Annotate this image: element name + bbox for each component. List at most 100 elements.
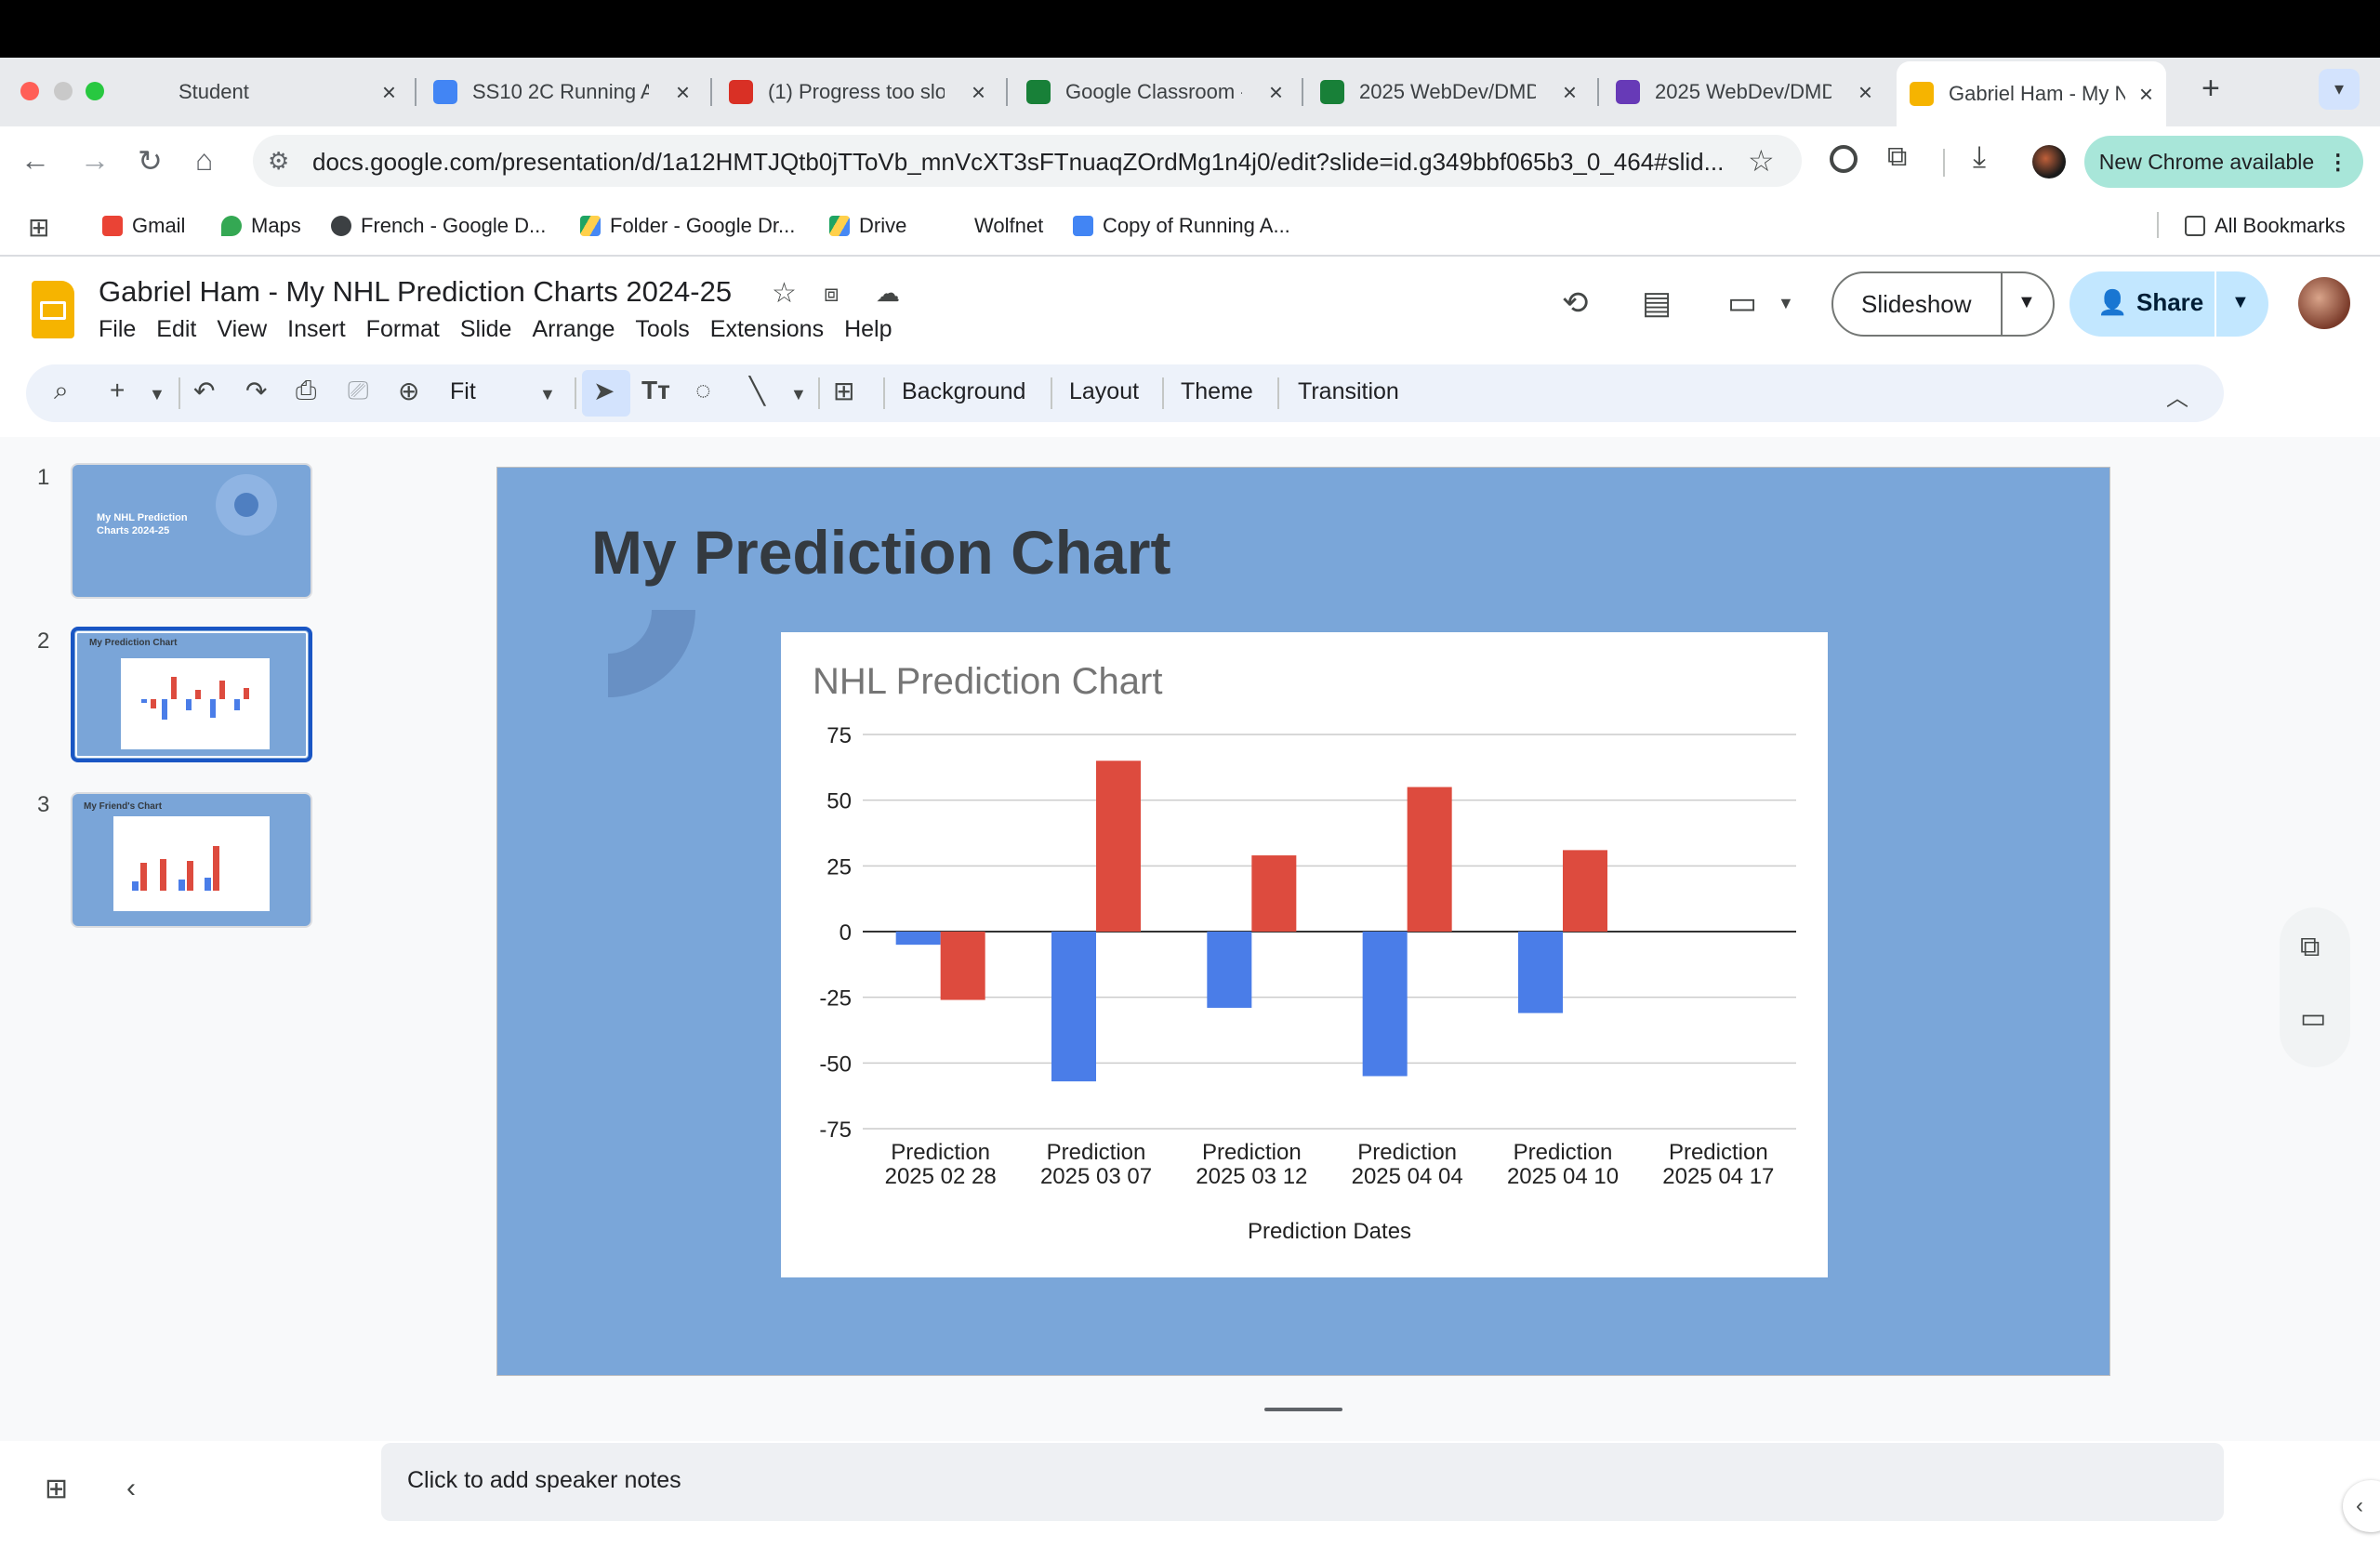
add-comment-icon[interactable]: ⊞: [833, 376, 854, 406]
line-tool-icon[interactable]: ╲: [749, 376, 765, 406]
browser-tab-3[interactable]: (1) Progress too slo ×: [729, 65, 998, 119]
account-avatar[interactable]: [2298, 277, 2350, 329]
tab-close-icon[interactable]: ×: [2139, 80, 2153, 109]
nhl-prediction-chart[interactable]: NHL Prediction Chart 75 50 25 0 -25 -50 -75 Pred…: [781, 632, 1828, 1277]
downloads-icon[interactable]: ⤓: [1973, 139, 1986, 175]
home-icon[interactable]: ⌂: [195, 143, 213, 178]
theme-button[interactable]: Theme: [1181, 378, 1253, 405]
all-bookmarks[interactable]: All Bookmarks: [2185, 214, 2346, 238]
share-button[interactable]: 👤 Share ▼: [2069, 271, 2268, 337]
tab-close-icon[interactable]: ×: [1269, 78, 1283, 107]
menu-arrange[interactable]: Arrange: [532, 316, 615, 343]
paint-format-icon[interactable]: ⎚: [348, 376, 368, 406]
bookmark-maps[interactable]: Maps: [221, 214, 301, 238]
slide-thumbnail-1[interactable]: My NHL Prediction Charts 2024-25: [71, 463, 312, 599]
zoom-window-icon[interactable]: [86, 82, 104, 100]
menu-tools[interactable]: Tools: [635, 316, 689, 343]
apps-grid-icon[interactable]: ⊞: [28, 212, 49, 243]
select-cursor-icon[interactable]: ➤: [593, 376, 615, 406]
tab-close-icon[interactable]: ×: [1858, 78, 1872, 107]
folder-icon: [2185, 216, 2205, 236]
redo-icon[interactable]: ↷: [245, 376, 267, 406]
slideshow-dropdown-icon[interactable]: ▼: [2017, 292, 2036, 313]
comments-icon[interactable]: ▤: [1642, 284, 1672, 322]
slide-thumbnail-3[interactable]: My Friend's Chart: [71, 792, 312, 928]
bookmark-folder[interactable]: Folder - Google Dr...: [580, 214, 795, 238]
search-menus-icon[interactable]: ⌕: [54, 376, 69, 406]
menu-slide[interactable]: Slide: [460, 316, 512, 343]
minimize-window-icon[interactable]: [54, 82, 73, 100]
notes-resize-handle[interactable]: [1264, 1408, 1342, 1411]
undo-icon[interactable]: ↶: [193, 376, 215, 406]
tab-search-icon[interactable]: ▾: [2319, 69, 2360, 110]
collapse-toolbar-icon[interactable]: ︿: [2166, 379, 2188, 412]
slide-thumbnail-2-selected[interactable]: My Prediction Chart: [71, 627, 312, 762]
bookmark-french[interactable]: French - Google D...: [331, 214, 546, 238]
extensions-puzzle-icon[interactable]: ⧉: [1887, 141, 1907, 173]
layout-button[interactable]: Layout: [1069, 378, 1139, 405]
close-window-icon[interactable]: [20, 82, 39, 100]
menu-extensions[interactable]: Extensions: [710, 316, 824, 343]
menu-help[interactable]: Help: [844, 316, 892, 343]
new-slide-icon[interactable]: +: [110, 376, 125, 405]
cloud-status-icon[interactable]: ☁: [876, 279, 900, 308]
browser-tab-2[interactable]: SS10 2C Running A ×: [433, 65, 703, 119]
profile-avatar[interactable]: [2032, 145, 2066, 179]
browser-tab-5[interactable]: 2025 WebDev/DMD ×: [1320, 65, 1590, 119]
menu-view[interactable]: View: [217, 316, 267, 343]
tab-close-icon[interactable]: ×: [1563, 78, 1577, 107]
zoom-select[interactable]: Fit: [450, 378, 476, 405]
share-divider: [2215, 271, 2216, 337]
bookmark-label: French - Google D...: [361, 214, 547, 237]
new-tab-button[interactable]: +: [2202, 71, 2220, 107]
browser-tab-active[interactable]: Gabriel Ham - My N ×: [1897, 61, 2166, 126]
folder-icon[interactable]: ▭: [2300, 1002, 2326, 1035]
share-dropdown-icon[interactable]: ▼: [2231, 292, 2250, 313]
image-shape-icon[interactable]: ◌: [695, 376, 711, 405]
print-icon[interactable]: ⎙: [296, 376, 316, 406]
collapse-filmstrip-icon[interactable]: ‹: [126, 1473, 136, 1504]
forward-icon[interactable]: →: [80, 143, 110, 178]
speaker-notes[interactable]: Click to add speaker notes: [381, 1443, 2224, 1521]
bookmark-copy-running[interactable]: Copy of Running A...: [1073, 214, 1290, 238]
tab-close-icon[interactable]: ×: [382, 78, 396, 107]
background-button[interactable]: Background: [902, 378, 1025, 405]
expand-side-panel-icon[interactable]: ‹: [2343, 1480, 2380, 1532]
meet-dropdown-icon[interactable]: ▼: [1778, 294, 1794, 313]
bookmark-gmail[interactable]: Gmail: [102, 214, 185, 238]
slides-logo-icon[interactable]: [32, 281, 74, 338]
image-search-icon[interactable]: ⧉: [2300, 932, 2320, 963]
menu-insert[interactable]: Insert: [287, 316, 346, 343]
transition-button[interactable]: Transition: [1298, 378, 1399, 405]
bookmark-wolfnet[interactable]: Wolfnet: [974, 214, 1043, 238]
new-chrome-available-button[interactable]: New Chrome available ⋮: [2084, 136, 2363, 188]
slide-title[interactable]: My Prediction Chart: [591, 517, 1170, 588]
browser-tab-1[interactable]: Student ×: [139, 65, 409, 119]
slideshow-button[interactable]: Slideshow ▼: [1831, 271, 2055, 337]
menu-format[interactable]: Format: [366, 316, 440, 343]
zoom-dropdown-icon[interactable]: ▼: [539, 385, 556, 404]
bookmark-star-icon[interactable]: ☆: [1748, 143, 1775, 179]
grid-view-icon[interactable]: ⊞: [45, 1473, 68, 1505]
version-history-icon[interactable]: ⟲: [1562, 284, 1589, 322]
tab-close-icon[interactable]: ×: [676, 78, 690, 107]
menu-edit[interactable]: Edit: [156, 316, 196, 343]
browser-tab-6[interactable]: 2025 WebDev/DMD ×: [1616, 65, 1885, 119]
menu-file[interactable]: File: [99, 316, 136, 343]
browser-tab-4[interactable]: Google Classroom - ×: [1026, 65, 1296, 119]
site-info-icon[interactable]: ⚙: [268, 147, 289, 176]
new-slide-dropdown-icon[interactable]: ▼: [149, 385, 165, 404]
text-box-icon[interactable]: Tт: [641, 376, 670, 405]
bookmark-drive[interactable]: Drive: [829, 214, 906, 238]
star-icon[interactable]: ☆: [772, 277, 797, 310]
document-title[interactable]: Gabriel Ham - My NHL Prediction Charts 2…: [99, 275, 732, 309]
url-text[interactable]: docs.google.com/presentation/d/1a12HMTJQ…: [312, 148, 1724, 177]
meet-camera-icon[interactable]: ▭: [1727, 284, 1757, 322]
reload-icon[interactable]: ↻: [138, 143, 163, 179]
grammarly-extension-icon[interactable]: [1830, 145, 1858, 173]
back-icon[interactable]: ←: [20, 143, 50, 178]
tab-close-icon[interactable]: ×: [972, 78, 985, 107]
zoom-icon[interactable]: ⊕: [398, 376, 419, 406]
line-dropdown-icon[interactable]: ▼: [790, 385, 807, 404]
move-folder-icon[interactable]: ⧈: [824, 279, 840, 309]
